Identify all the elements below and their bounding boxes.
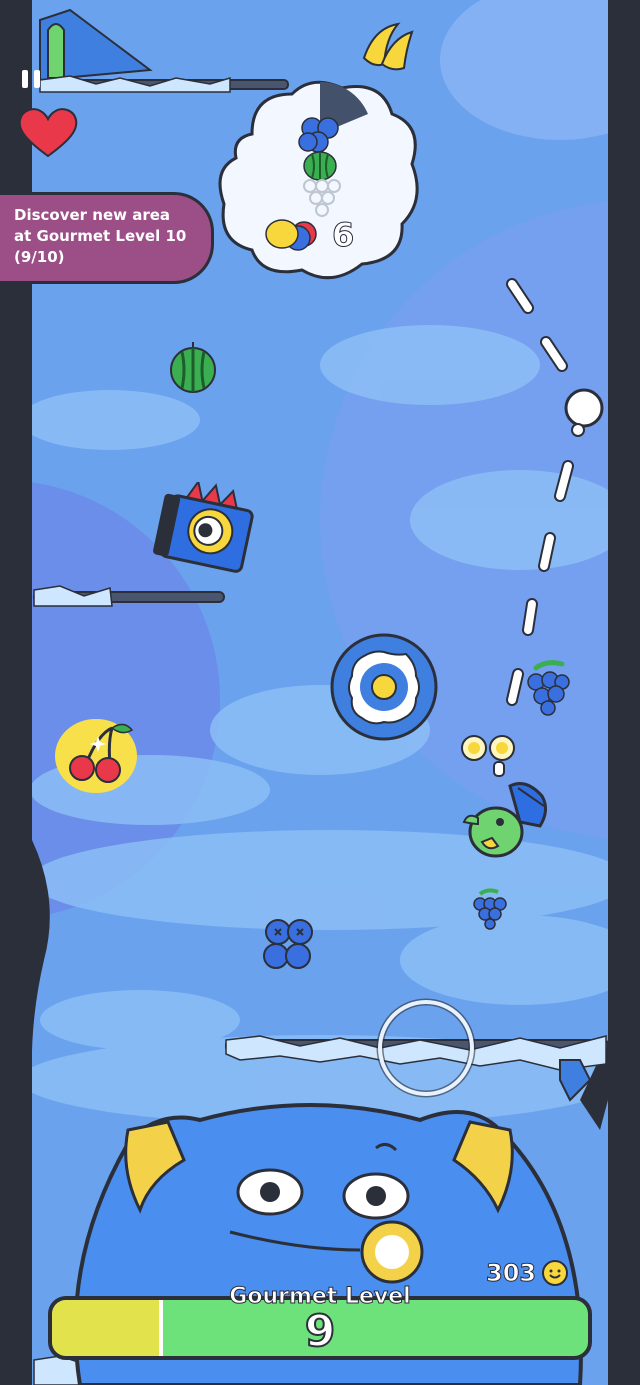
- recipe-cloud: [218, 80, 419, 280]
- smiley-coin-icon: [542, 1260, 569, 1286]
- spiky-box-enemy: [153, 482, 254, 573]
- recipe-count: 6: [332, 216, 355, 255]
- discover-area-banner: Discover new area at Gourmet Level 10 (9…: [0, 192, 214, 284]
- grapes-icon: [527, 660, 570, 716]
- grapes-icon: [473, 888, 507, 930]
- pause-bar: [22, 70, 28, 88]
- player-character[interactable]: [460, 776, 552, 864]
- pause-button[interactable]: [22, 70, 44, 90]
- blueberries-icon: [263, 919, 313, 969]
- cherry-icon: [55, 719, 137, 793]
- fruit-mix-icon: [265, 219, 317, 251]
- coin-count: 303: [485, 1259, 537, 1288]
- game-stage[interactable]: Discover new area at Gourmet Level 10 (9…: [0, 0, 640, 1385]
- aim-reticle[interactable]: [374, 996, 478, 1100]
- gourmet-level-value: 9: [304, 1305, 337, 1358]
- bubble-target: [330, 633, 438, 741]
- watermelon-icon: [303, 151, 337, 181]
- watermelon-icon: [170, 342, 216, 393]
- heart-icon: [18, 108, 78, 158]
- banana-icon: [362, 22, 414, 71]
- energy-shots: [461, 735, 515, 777]
- banner-line-1: Discover new area: [14, 206, 171, 224]
- banner-line-2: at Gourmet Level 10: [14, 227, 187, 245]
- gauge-fill: [52, 1300, 164, 1356]
- pause-bar: [34, 70, 40, 88]
- coin-counter: 303: [485, 1256, 582, 1290]
- banner-line-3: (9/10): [14, 248, 65, 266]
- aim-trajectory: [506, 278, 604, 706]
